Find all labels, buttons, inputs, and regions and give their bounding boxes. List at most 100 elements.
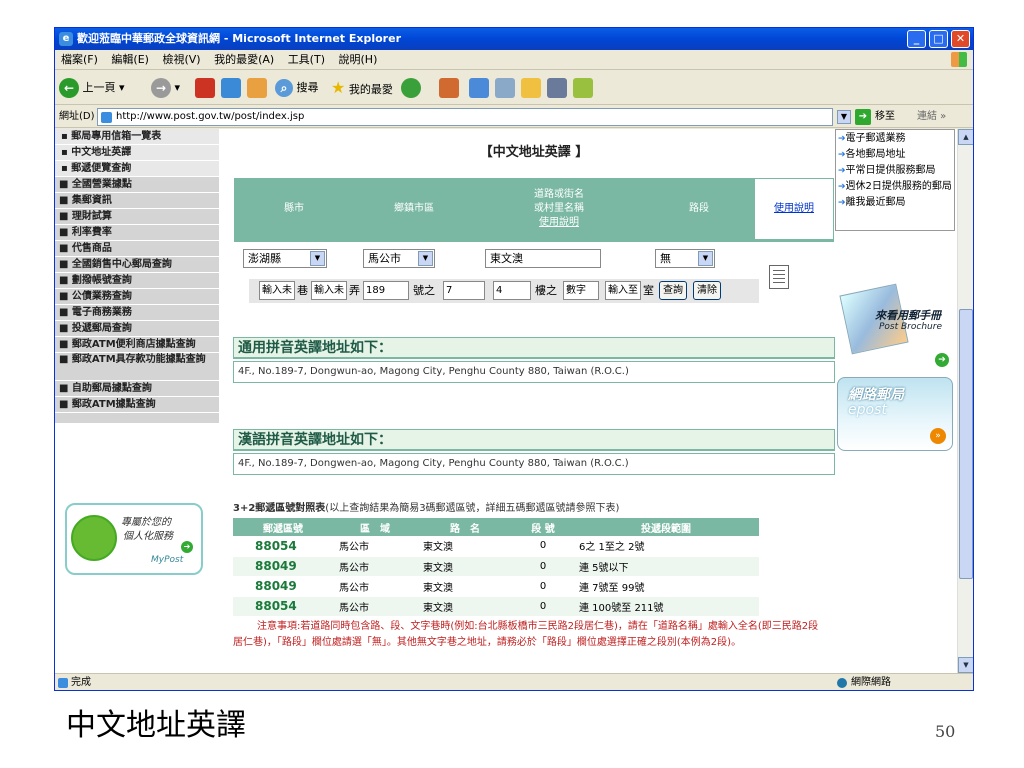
- document-icon[interactable]: [769, 265, 789, 289]
- alley-input[interactable]: 輸入未: [311, 281, 347, 300]
- back-label: 上一頁: [82, 81, 116, 94]
- page-done-icon: [58, 678, 68, 688]
- menu-help[interactable]: 說明(H): [339, 53, 378, 66]
- stop-icon[interactable]: [195, 78, 215, 98]
- sidebar-item[interactable]: ■ 全國銷售中心郵局查詢: [55, 257, 219, 273]
- maximize-button[interactable]: □: [929, 30, 948, 48]
- query-button[interactable]: 查詢: [659, 281, 687, 300]
- quick-link[interactable]: ➔各地郵局地址: [838, 147, 952, 163]
- sidebar-item[interactable]: ■ 理財試算: [55, 209, 219, 225]
- menu-favorites[interactable]: 我的最愛(A): [214, 53, 274, 66]
- sidebar-item[interactable]: ■ 郵政ATM便利商店據點查詢: [55, 337, 219, 353]
- address-bar: 網址(D) http://www.post.gov.tw/post/index.…: [55, 106, 973, 128]
- road-input[interactable]: 東文澳: [485, 249, 601, 268]
- quick-link[interactable]: ➔電子郵遞業務: [838, 131, 952, 147]
- quick-link[interactable]: ➔離我最近郵局: [838, 195, 952, 211]
- sidebar-item[interactable]: ■ 劃撥帳號查詢: [55, 273, 219, 289]
- number-sub-input[interactable]: 7: [443, 281, 485, 300]
- sidebar-item[interactable]: ■ 利率費率: [55, 225, 219, 241]
- form-header: 縣市 鄉鎮市區 道路或街名 或村里名稱 使用說明 路段 使用說明: [233, 177, 835, 243]
- go-arrow-icon[interactable]: ➔: [855, 109, 871, 125]
- folder-icon[interactable]: [521, 78, 541, 98]
- lane-input[interactable]: 輸入未: [259, 281, 295, 300]
- right-panel: ➔電子郵遞業務 ➔各地郵局地址 ➔平常日提供服務郵局 ➔週休2日提供服務的郵局 ➔離我最…: [835, 129, 957, 673]
- research-icon[interactable]: [547, 78, 567, 98]
- floor-label: 樓之: [535, 284, 557, 297]
- zip-table: 郵遞區號 區 域 路 名 段 號 投遞段範圍 88054 馬公市 東文澳 0 6之 1至…: [233, 518, 759, 617]
- close-button[interactable]: ✕: [951, 30, 970, 48]
- zip-table-title-bold: 3+2郵遞區號對照表: [233, 503, 326, 514]
- vertical-scrollbar[interactable]: ▲ ▼: [957, 129, 973, 673]
- number-label: 號之: [413, 284, 435, 297]
- help-link[interactable]: 使用說明: [774, 202, 814, 216]
- scroll-thumb[interactable]: [959, 309, 973, 579]
- sidebar-item[interactable]: ▪ 郵局專用信箱一覽表: [55, 129, 219, 145]
- section-select[interactable]: 無 ▼: [655, 249, 715, 268]
- favorites-button[interactable]: ★ 我的最愛: [331, 77, 393, 99]
- status-text: 完成: [71, 677, 91, 688]
- history-icon[interactable]: [439, 78, 459, 98]
- sidebar-item[interactable]: ▪ 中文地址英譯: [55, 145, 219, 161]
- search-button[interactable]: ⌕ 搜尋: [275, 77, 319, 99]
- road-help-link[interactable]: 使用說明: [539, 216, 579, 230]
- refresh-icon[interactable]: [221, 78, 241, 98]
- sidebar-item[interactable]: ■ 郵政ATM具存款功能據點查詢: [55, 353, 219, 381]
- menu-tools[interactable]: 工具(T): [288, 53, 325, 66]
- menu-edit[interactable]: 編輯(E): [111, 53, 149, 66]
- number-input[interactable]: 189: [363, 281, 409, 300]
- sidebar-item[interactable]: ■ 自助郵局據點查詢: [55, 381, 219, 397]
- link-arrow-icon: ➔: [838, 198, 846, 208]
- sidebar-item[interactable]: ■ 全國營業據點: [55, 177, 219, 193]
- scroll-up-icon[interactable]: ▲: [958, 129, 973, 145]
- sidebar-item[interactable]: ■ 集郵資訊: [55, 193, 219, 209]
- page-title: 【中文地址英譯 】: [479, 145, 589, 160]
- scroll-down-icon[interactable]: ▼: [958, 657, 973, 673]
- sidebar-item[interactable]: ■ 代售商品: [55, 241, 219, 257]
- room-input[interactable]: 輸入至: [605, 281, 641, 300]
- floor-sub-input[interactable]: 數字: [563, 281, 599, 300]
- post-brochure-banner[interactable]: 來看用郵手冊 Post Brochure ➔: [839, 279, 953, 369]
- epost-banner[interactable]: 網路郵局 epost »: [837, 377, 953, 451]
- th-road: 路 名: [417, 518, 513, 536]
- print-icon[interactable]: [495, 78, 515, 98]
- forward-arrow-icon: →: [151, 78, 171, 98]
- messenger-icon[interactable]: [573, 78, 593, 98]
- back-button[interactable]: ← 上一頁 ▾: [59, 77, 125, 99]
- quick-link[interactable]: ➔週休2日提供服務的郵局: [838, 179, 952, 195]
- th-range: 投遞段範圍: [573, 518, 759, 536]
- sidebar-item[interactable]: ■ 郵政ATM據點查詢: [55, 397, 219, 413]
- sidebar-item[interactable]: ■ 投遞郵局查詢: [55, 321, 219, 337]
- sidebar-item[interactable]: ▪ 郵遞便覽查詢: [55, 161, 219, 177]
- section-cell: 0: [513, 536, 573, 557]
- quick-link[interactable]: ➔平常日提供服務郵局: [838, 163, 952, 179]
- mypost-banner[interactable]: 專屬於您的 個人化服務 ➔ MyPost: [65, 503, 203, 575]
- back-arrow-icon: ←: [59, 78, 79, 98]
- section-value: 無: [660, 252, 671, 265]
- address-form: 澎湖縣 ▼ 馬公市 ▼ 東文澳 無 ▼ 輸入未 巷 輸入未 弄 189 號之 7 4: [233, 243, 835, 307]
- county-select[interactable]: 澎湖縣 ▼: [243, 249, 327, 268]
- media-icon[interactable]: [401, 78, 421, 98]
- town-select[interactable]: 馬公市 ▼: [363, 249, 435, 268]
- quick-link-label: 電子郵遞業務: [845, 133, 906, 144]
- address-input[interactable]: http://www.post.gov.tw/post/index.jsp: [97, 108, 833, 126]
- mail-icon[interactable]: [469, 78, 489, 98]
- sidebar-item[interactable]: ■ 電子商務業務: [55, 305, 219, 321]
- home-icon[interactable]: [247, 78, 267, 98]
- menu-file[interactable]: 檔案(F): [61, 53, 98, 66]
- go-button[interactable]: 移至: [875, 106, 895, 128]
- address-url: http://www.post.gov.tw/post/index.jsp: [116, 111, 305, 122]
- tongyong-result: 4F., No.189-7, Dongwun-ao, Magong City, …: [233, 361, 835, 383]
- floor-input[interactable]: 4: [493, 281, 531, 300]
- menu-view[interactable]: 檢視(V): [162, 53, 200, 66]
- th-zip: 郵遞區號: [233, 518, 333, 536]
- zip-code-cell: 88054: [233, 536, 333, 557]
- links-button[interactable]: 連結 »: [917, 106, 946, 128]
- slide-page-number: 50: [935, 722, 956, 741]
- road-cell: 東文澳: [417, 536, 513, 557]
- epost-title: 網路郵局: [848, 387, 904, 403]
- sidebar-item[interactable]: ■ 公債業務查詢: [55, 289, 219, 305]
- forward-button[interactable]: → ▾: [151, 77, 180, 99]
- clear-button[interactable]: 清除: [693, 281, 721, 300]
- address-dropdown-icon[interactable]: ▼: [837, 110, 851, 124]
- minimize-button[interactable]: _: [907, 30, 926, 48]
